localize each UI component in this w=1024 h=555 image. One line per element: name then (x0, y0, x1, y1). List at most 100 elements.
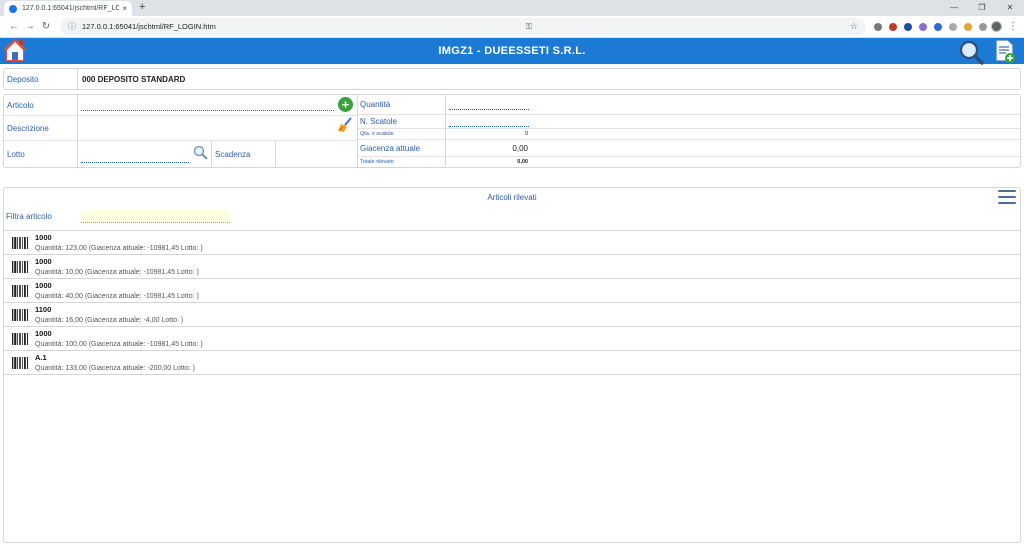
item-detail: Quantità: 40,00 (Giacenza attuale: -1098… (35, 293, 199, 300)
articolo-field[interactable]: + (78, 95, 357, 115)
item-code: 1000 (35, 281, 52, 290)
deposito-label: Deposito (4, 69, 78, 89)
globe-icon (9, 4, 17, 13)
key-icon[interactable]: ⚿ (526, 22, 532, 32)
search-icon[interactable] (193, 145, 208, 160)
list-item[interactable]: 1100 Quantità: 16,00 (Giacenza attuale: -… (4, 303, 1020, 327)
list-item-text: 1100 Quantità: 16,00 (Giacenza attuale: -… (35, 305, 183, 324)
browser-tabstrip: 127.0.0.1:65041/jschtml/RF_LOGI × + — ❐ … (0, 0, 1024, 16)
window-controls: — ❐ ✕ (940, 0, 1024, 16)
item-code: A.1 (35, 353, 47, 362)
star-icon[interactable]: ☆ (850, 21, 858, 32)
address-bar[interactable]: ⓘ 127.0.0.1:65041/jschtml/RF_LOGIN.htm ⚿… (60, 18, 866, 35)
shield-icon[interactable] (889, 22, 897, 31)
app-title: IMGZ1 - DUEESSETI S.R.L. (438, 45, 586, 57)
qta-scatole-value: 0 (524, 131, 528, 137)
totale-label: Totale rilevato (358, 157, 446, 166)
barcode-icon (12, 332, 28, 345)
home-icon[interactable] (2, 37, 28, 63)
list-item[interactable]: A.1 Quantità: 133,00 (Giacenza attuale: -… (4, 351, 1020, 375)
new-document-icon[interactable] (994, 39, 1016, 63)
descrizione-field (78, 116, 357, 140)
list-item[interactable]: 1000 Quantità: 40,00 (Giacenza attuale: -… (4, 279, 1020, 303)
deposito-row: Deposito 000 DEPOSITO STANDARD (3, 68, 1021, 90)
forward-icon[interactable]: → (22, 21, 38, 32)
barcode-icon (12, 308, 28, 321)
extension-icon[interactable] (964, 22, 972, 31)
descrizione-label: Descrizione (4, 116, 78, 140)
extension-icon[interactable] (904, 22, 912, 31)
url-text: 127.0.0.1:65041/jschtml/RF_LOGIN.htm (82, 22, 216, 31)
item-code: 1000 (35, 329, 52, 338)
list-item[interactable]: 1000 Quantità: 123,00 (Giacenza attuale: … (4, 231, 1020, 255)
n-scatole-row: N. Scatole (358, 115, 1020, 129)
close-window-icon[interactable]: ✕ (996, 0, 1024, 16)
giacenza-row: Giacenza attuale 0,00 (358, 140, 1020, 157)
barcode-icon (12, 284, 28, 297)
kebab-menu-icon[interactable]: ⋮ (1008, 21, 1018, 32)
qta-scatole-row: Qta. x scatole 0 (358, 129, 1020, 140)
form-left: Articolo + Descrizione Lotto Scadenza (4, 95, 358, 167)
broom-icon[interactable] (337, 117, 353, 133)
filter-label: Filtra articolo (6, 211, 52, 221)
quantita-label: Quantità (358, 95, 446, 114)
info-icon[interactable]: ⓘ (68, 21, 76, 32)
filter-input[interactable] (81, 209, 230, 223)
scadenza-field[interactable] (276, 141, 357, 167)
n-scatole-input-line[interactable] (449, 126, 529, 127)
back-icon[interactable]: ← (6, 21, 22, 32)
lotto-field[interactable] (78, 141, 212, 167)
deposito-value[interactable]: 000 DEPOSITO STANDARD (78, 75, 185, 84)
microphone-icon[interactable] (979, 22, 987, 31)
gear-icon[interactable] (919, 22, 927, 31)
item-code: 1100 (35, 305, 52, 314)
scadenza-label: Scadenza (212, 141, 276, 167)
qta-scatole-label: Qta. x scatole (358, 129, 446, 139)
item-detail: Quantità: 10,00 (Giacenza attuale: -1098… (35, 269, 199, 276)
lotto-label: Lotto (4, 141, 78, 167)
quantita-field[interactable] (446, 95, 532, 114)
reload-icon[interactable]: ↻ (38, 21, 54, 32)
extension-icon[interactable] (934, 22, 942, 31)
totale-value: 0,00 (517, 158, 528, 165)
new-tab-button[interactable]: + (139, 1, 145, 13)
descrizione-row: Descrizione (4, 116, 357, 141)
restore-icon[interactable]: ❐ (968, 0, 996, 16)
barcode-icon (12, 236, 28, 249)
n-scatole-label: N. Scatole (358, 115, 446, 128)
form-right: Quantità N. Scatole Qta. x scatole 0 Gia… (358, 95, 1020, 167)
articolo-input-line[interactable] (81, 110, 334, 111)
extension-icon[interactable] (874, 22, 882, 31)
quantita-input-line[interactable] (449, 109, 529, 110)
profile-avatar[interactable] (991, 21, 1002, 32)
add-icon[interactable]: + (338, 97, 353, 112)
articolo-label: Articolo (4, 95, 78, 115)
n-scatole-field[interactable] (446, 115, 532, 128)
item-detail: Quantità: 16,00 (Giacenza attuale: -4,00… (35, 317, 184, 324)
browser-tab[interactable]: 127.0.0.1:65041/jschtml/RF_LOGI × (4, 1, 132, 16)
extension-icon[interactable] (949, 22, 957, 31)
item-code: 1000 (35, 233, 52, 242)
list-item[interactable]: 1000 Quantità: 100,00 (Giacenza attuale: … (4, 327, 1020, 351)
list-item-text: 1000 Quantità: 123,00 (Giacenza attuale: … (35, 233, 203, 252)
filter-row: Filtra articolo (4, 206, 1020, 226)
minimize-icon[interactable]: — (940, 0, 968, 16)
giacenza-value: 0,00 (512, 143, 528, 153)
list-item[interactable]: 1000 Quantità: 10,00 (Giacenza attuale: -… (4, 255, 1020, 279)
lotto-row: Lotto Scadenza (4, 141, 357, 167)
list-item-text: 1000 Quantità: 10,00 (Giacenza attuale: -… (35, 257, 199, 276)
lotto-input-line[interactable] (81, 162, 189, 163)
tab-title: 127.0.0.1:65041/jschtml/RF_LOGI (22, 5, 120, 12)
item-detail: Quantità: 100,00 (Giacenza attuale: -109… (35, 341, 203, 348)
totale-row: Totale rilevato 0,00 (358, 157, 1020, 166)
search-icon[interactable] (958, 39, 984, 65)
list-item-text: 1000 Quantità: 40,00 (Giacenza attuale: -… (35, 281, 199, 300)
barcode-icon (12, 356, 28, 369)
close-tab-icon[interactable]: × (122, 4, 127, 13)
browser-toolbar: ← → ↻ ⓘ 127.0.0.1:65041/jschtml/RF_LOGIN… (0, 16, 1024, 38)
articolo-row: Articolo + (4, 95, 357, 116)
list-item-text: 1000 Quantità: 100,00 (Giacenza attuale: … (35, 329, 203, 348)
main-page: Deposito 000 DEPOSITO STANDARD Articolo … (0, 64, 1024, 555)
hamburger-menu-icon[interactable] (998, 190, 1016, 204)
barcode-icon (12, 260, 28, 273)
